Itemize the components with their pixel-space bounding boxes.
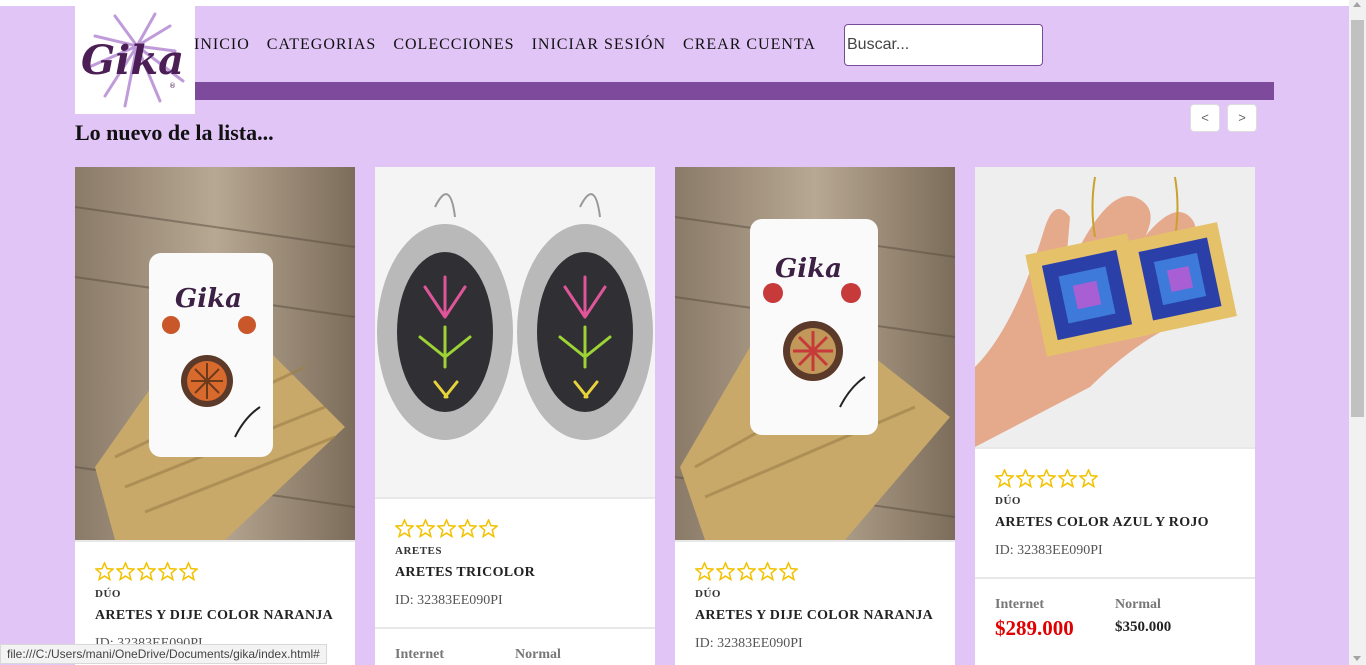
product-image[interactable]: Gika (675, 167, 955, 540)
star-icon (1016, 469, 1035, 488)
browser-status-url: file:///C:/Users/mani/OneDrive/Documents… (0, 644, 327, 664)
star-icon (995, 469, 1014, 488)
rating-stars (995, 469, 1235, 491)
nav-categorias[interactable]: CATEGORIAS (267, 36, 377, 54)
star-icon (1058, 469, 1077, 488)
nav-iniciar-sesion[interactable]: INICIAR SESIÓN (532, 36, 666, 54)
product-id: ID: 32383EE090PI (695, 636, 803, 651)
product-category: ARETES (395, 545, 443, 557)
product-title[interactable]: ARETES COLOR AZUL Y ROJO (995, 515, 1235, 531)
vertical-scrollbar[interactable] (1349, 0, 1366, 665)
product-card[interactable]: Gika DÚO ARETES Y DIJE COLOR NARANJA ID:… (675, 167, 955, 665)
star-icon (779, 562, 798, 581)
product-title[interactable]: ARETES Y DIJE COLOR NARANJA (695, 608, 935, 624)
scroll-up-arrow-icon[interactable] (1353, 2, 1361, 7)
product-image[interactable] (375, 167, 655, 497)
price-internet: $289.000 (995, 616, 1074, 640)
product-id: ID: 32383EE090PI (995, 543, 1103, 558)
product-image[interactable] (975, 167, 1255, 447)
svg-text:®: ® (169, 82, 176, 90)
star-icon (179, 562, 198, 581)
carousel-next-button[interactable]: > (1227, 104, 1257, 132)
scroll-down-arrow-icon[interactable] (1353, 656, 1361, 661)
star-icon (716, 562, 735, 581)
gika-logo[interactable]: Gika ® (75, 6, 195, 114)
star-icon (158, 562, 177, 581)
price-internet-label: Internet (995, 597, 1044, 612)
product-title[interactable]: ARETES Y DIJE COLOR NARANJA (95, 608, 335, 624)
carousel-prev-button[interactable]: < (1190, 104, 1220, 132)
star-icon (116, 562, 135, 581)
rating-stars (695, 562, 935, 584)
star-icon (137, 562, 156, 581)
star-icon (1037, 469, 1056, 488)
star-icon (95, 562, 114, 581)
header-band (195, 82, 1274, 100)
svg-text:Gika: Gika (775, 254, 842, 284)
svg-text:Gika: Gika (175, 284, 242, 314)
product-id: ID: 32383EE090PI (395, 593, 503, 608)
product-title[interactable]: ARETES TRICOLOR (395, 565, 635, 581)
section-title: Lo nuevo de la lista... (75, 120, 274, 145)
nav-inicio[interactable]: INICIO (194, 36, 250, 54)
star-icon (758, 562, 777, 581)
product-category: DÚO (695, 588, 721, 600)
product-card[interactable]: DÚO ARETES COLOR AZUL Y ROJO ID: 32383EE… (975, 167, 1255, 665)
star-icon (695, 562, 714, 581)
product-image[interactable]: Gika (75, 167, 355, 540)
scroll-thumb[interactable] (1351, 20, 1364, 417)
main-nav: INICIO CATEGORIAS COLECCIONES INICIAR SE… (194, 36, 833, 54)
rating-stars (95, 562, 335, 584)
page-top-edge (0, 0, 1349, 6)
star-icon (395, 519, 414, 538)
logo-graphic: Gika ® (81, 12, 185, 108)
price-block: Internet $289.000 Normal $350.000 (975, 577, 1255, 641)
rating-stars (395, 519, 635, 541)
product-category: DÚO (95, 588, 121, 600)
price-normal: $350.000 (1115, 619, 1172, 635)
price-block: Internet Normal (375, 627, 655, 663)
star-icon (737, 562, 756, 581)
star-icon (416, 519, 435, 538)
nav-colecciones[interactable]: COLECCIONES (393, 36, 514, 54)
price-internet-label: Internet (395, 647, 444, 662)
product-card[interactable]: Gika DÚO ARETES Y DIJE COLOR NARANJA ID:… (75, 167, 355, 665)
product-card[interactable]: ARETES ARETES TRICOLOR ID: 32383EE090PI … (375, 167, 655, 665)
star-icon (458, 519, 477, 538)
svg-text:Gika: Gika (81, 37, 184, 84)
star-icon (1079, 469, 1098, 488)
search-input[interactable] (844, 24, 1043, 66)
nav-crear-cuenta[interactable]: CREAR CUENTA (683, 36, 816, 54)
price-normal-label: Normal (1115, 597, 1161, 612)
star-icon (479, 519, 498, 538)
price-normal-label: Normal (515, 647, 561, 662)
star-icon (437, 519, 456, 538)
product-category: DÚO (995, 495, 1021, 507)
